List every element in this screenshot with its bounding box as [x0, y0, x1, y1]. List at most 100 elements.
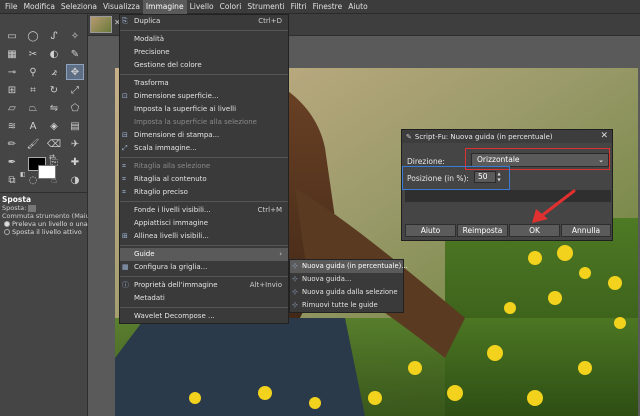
image-menu-item[interactable]: ⊞ Allinea livelli visibili...	[120, 230, 288, 243]
free-select-icon[interactable]: ᔑ	[45, 28, 63, 44]
spin-down-icon[interactable]: ▼	[496, 177, 502, 183]
image-menu-item[interactable]: Appiattisci immagine	[120, 217, 288, 230]
menu-colori[interactable]: Colori	[217, 0, 245, 14]
image-menu-item[interactable]: ⎘ Duplica Ctrl+D	[120, 15, 288, 28]
direction-value: Orizzontale	[477, 155, 520, 164]
pencil-icon[interactable]: ✏	[3, 136, 21, 152]
position-spinner[interactable]: ▲ ▼	[496, 171, 502, 183]
perspective-clone-icon[interactable]: ⧉	[3, 172, 21, 188]
move-icon[interactable]: ✥	[66, 64, 84, 80]
crop-icon[interactable]: ⌗	[24, 82, 42, 98]
menu-item-label: Allinea livelli visibili...	[134, 232, 209, 240]
align-icon[interactable]: ⊞	[3, 82, 21, 98]
menu-strumenti[interactable]: Strumenti	[244, 0, 287, 14]
menu-aiuto[interactable]: Aiuto	[345, 0, 371, 14]
image-menu-item[interactable]: ▦ Configura la griglia...	[120, 261, 288, 274]
guide-submenu-item[interactable]: ⊹ Nuova guida...	[290, 273, 403, 286]
reset-button[interactable]: Reimposta	[457, 224, 508, 237]
guide-submenu-item[interactable]: ⊹ Nuova guida (in percentuale)...	[290, 260, 408, 273]
radio-move-active-layer[interactable]: Sposta il livello attivo	[0, 228, 88, 236]
menu-immagine[interactable]: Immagine	[142, 0, 187, 14]
direction-select[interactable]: Orizzontale ⌄	[471, 153, 609, 167]
color-picker-icon[interactable]: ⊸	[3, 64, 21, 80]
image-menu-item[interactable]: Precisione	[120, 46, 288, 59]
scale-icon[interactable]: ⤢	[66, 82, 84, 98]
menu-filtri[interactable]: Filtri	[288, 0, 310, 14]
bucket-fill-icon[interactable]: ◈	[45, 118, 63, 134]
menu-item-label: Nuova guida (in percentuale)...	[302, 262, 408, 270]
shear-icon[interactable]: ▱	[3, 100, 21, 116]
menu-item-label: Configura la griglia...	[134, 263, 208, 271]
menu-livello[interactable]: Livello	[187, 0, 217, 14]
guide-submenu-item[interactable]: ⊹ Rimuovi tutte le guide	[290, 299, 403, 312]
position-input[interactable]: 50	[474, 171, 496, 183]
rotate-icon[interactable]: ↻	[45, 82, 63, 98]
menu-item-icon: ⊞	[122, 232, 128, 240]
dialog-titlebar[interactable]: ✎ Script-Fu: Nuova guida (in percentuale…	[402, 130, 612, 143]
image-menu-item[interactable]: Guide ›	[120, 248, 288, 261]
menu-item-label: Wavelet Decompose ...	[134, 312, 215, 320]
airbrush-icon[interactable]: ✈	[66, 136, 84, 152]
image-menu-item[interactable]: Gestione del colore	[120, 59, 288, 72]
rect-select-icon[interactable]: ▭	[3, 28, 21, 44]
menu-separator	[120, 276, 288, 277]
menu-item-label: Appiattisci immagine	[134, 219, 209, 227]
dialog-title: Script-Fu: Nuova guida (in percentuale)	[414, 132, 553, 141]
image-menu-item[interactable]: ⌗ Ritaglia al contenuto	[120, 173, 288, 186]
heal-icon[interactable]: ✚	[66, 154, 84, 170]
image-thumbnail[interactable]	[90, 16, 112, 33]
menu-item-label: Ritaglia al contenuto	[134, 175, 207, 183]
foreground-select-icon[interactable]: ◐	[45, 46, 63, 62]
fuzzy-select-icon[interactable]: ✧	[66, 28, 84, 44]
menu-file[interactable]: File	[2, 0, 21, 14]
paths-icon[interactable]: ✎	[66, 46, 84, 62]
dodge-burn-icon[interactable]: ◑	[66, 172, 84, 188]
image-menu-item[interactable]: ⌗ Ritaglio preciso	[120, 186, 288, 199]
menu-item-shortcut: Ctrl+M	[257, 206, 282, 214]
position-label: Posizione (in %):	[407, 174, 469, 183]
layer-mode-icon[interactable]	[28, 204, 37, 212]
swap-colors-icon[interactable]: ⇄	[49, 153, 55, 161]
image-menu-item[interactable]: Imposta la superficie ai livelli	[120, 103, 288, 116]
chevron-right-icon: ›	[279, 250, 282, 258]
measure-icon[interactable]: ⦨	[45, 64, 63, 80]
menu-modifica[interactable]: Modifica	[21, 0, 58, 14]
menu-item-label: Rimuovi tutte le guide	[302, 301, 378, 309]
flip-icon[interactable]: ⇋	[45, 100, 63, 116]
select-by-color-icon[interactable]: ▦	[3, 46, 21, 62]
reset-colors-icon[interactable]: ◧	[20, 171, 26, 178]
cage-icon[interactable]: ⬠	[66, 100, 84, 116]
close-icon[interactable]: ✕	[600, 131, 608, 141]
image-menu-item[interactable]: ⊟ Dimensione di stampa...	[120, 129, 288, 142]
guide-icon: ⊹	[292, 288, 298, 296]
eraser-icon[interactable]: ⌫	[45, 136, 63, 152]
radio-pick-layer[interactable]: Preleva un livello o una	[0, 220, 88, 228]
image-menu-item[interactable]: Metadati	[120, 292, 288, 305]
image-menu-item[interactable]: Fonde i livelli visibili... Ctrl+M	[120, 204, 288, 217]
menu-item-icon: ⌗	[122, 175, 126, 183]
scissors-icon[interactable]: ✂	[24, 46, 42, 62]
image-menu-item[interactable]: ⤢ Scala immagine...	[120, 142, 288, 155]
zoom-icon[interactable]: ⚲	[24, 64, 42, 80]
menu-item-label: Guide	[134, 250, 155, 258]
image-menu-item[interactable]: Wavelet Decompose ...	[120, 310, 288, 323]
guide-submenu-item[interactable]: ⊹ Nuova guida dalla selezione	[290, 286, 403, 299]
text-icon[interactable]: A	[24, 118, 42, 134]
image-menu-item[interactable]: ⊡ Dimensione superficie...	[120, 90, 288, 103]
menu-item-label: Metadati	[134, 294, 165, 302]
ellipse-select-icon[interactable]: ◯	[24, 28, 42, 44]
image-menu-item[interactable]: Trasforma	[120, 77, 288, 90]
help-button[interactable]: Aiuto	[405, 224, 456, 237]
paintbrush-icon[interactable]: 🖌	[24, 136, 42, 152]
menu-seleziona[interactable]: Seleziona	[58, 0, 100, 14]
perspective-icon[interactable]: ⏢	[24, 100, 42, 116]
ink-icon[interactable]: ✒	[3, 154, 21, 170]
gradient-icon[interactable]: ▤	[66, 118, 84, 134]
image-menu-item[interactable]: ⓘ Proprietà dell'immagine Alt+Invio	[120, 279, 288, 292]
warp-icon[interactable]: ≋	[3, 118, 21, 134]
menu-visualizza[interactable]: Visualizza	[100, 0, 143, 14]
radio-dot-icon	[4, 229, 10, 235]
background-color[interactable]	[38, 165, 56, 179]
menu-finestre[interactable]: Finestre	[310, 0, 346, 14]
image-menu-item[interactable]: Modalità	[120, 33, 288, 46]
